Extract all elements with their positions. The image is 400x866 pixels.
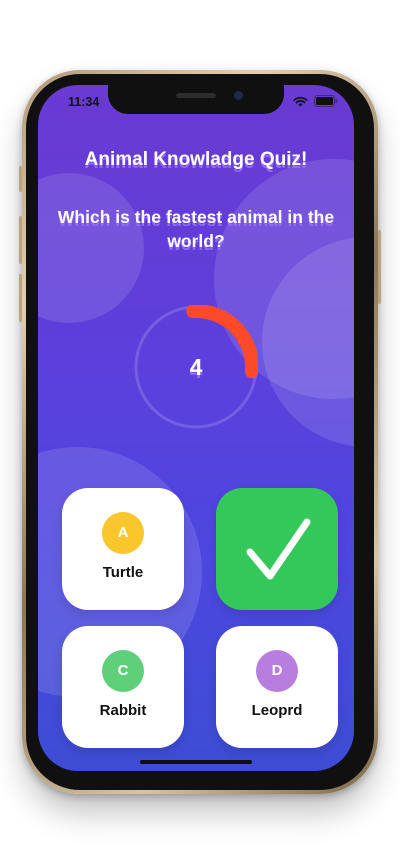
wifi-icon bbox=[293, 96, 308, 106]
status-time: 11:34 bbox=[68, 95, 100, 109]
app-screen: 11:34 Animal Knowladge Quiz! Which is th… bbox=[38, 85, 354, 771]
front-camera bbox=[234, 91, 243, 100]
answer-letter-badge: D bbox=[256, 650, 298, 692]
power-button bbox=[378, 230, 381, 304]
checkmark-icon bbox=[246, 518, 311, 580]
phone-frame: 11:34 Animal Knowladge Quiz! Which is th… bbox=[19, 70, 381, 794]
answer-option-d[interactable]: D Leoprd bbox=[216, 626, 338, 748]
status-icons bbox=[293, 95, 338, 107]
answer-letter-badge: C bbox=[102, 650, 144, 692]
speaker-grille bbox=[176, 93, 216, 98]
answer-option-b-correct[interactable] bbox=[216, 488, 338, 610]
question-text: Which is the fastest animal in the world… bbox=[57, 207, 335, 251]
volume-down-button bbox=[19, 274, 22, 322]
answer-label: Rabbit bbox=[99, 702, 147, 719]
timer-value: 4 bbox=[189, 354, 203, 380]
mute-switch bbox=[19, 166, 22, 192]
answer-label: Turtle bbox=[102, 564, 144, 581]
volume-up-button bbox=[19, 216, 22, 264]
notch bbox=[108, 85, 284, 114]
answer-option-a[interactable]: A Turtle bbox=[62, 488, 184, 610]
countdown-timer: 4 bbox=[134, 304, 259, 429]
home-indicator[interactable] bbox=[140, 760, 252, 764]
quiz-title: Animal Knowladge Quiz! bbox=[84, 149, 308, 170]
battery-icon bbox=[314, 95, 338, 107]
answer-letter-badge: A bbox=[102, 512, 144, 554]
answer-option-c[interactable]: C Rabbit bbox=[62, 626, 184, 748]
answer-label: Leoprd bbox=[251, 702, 303, 719]
